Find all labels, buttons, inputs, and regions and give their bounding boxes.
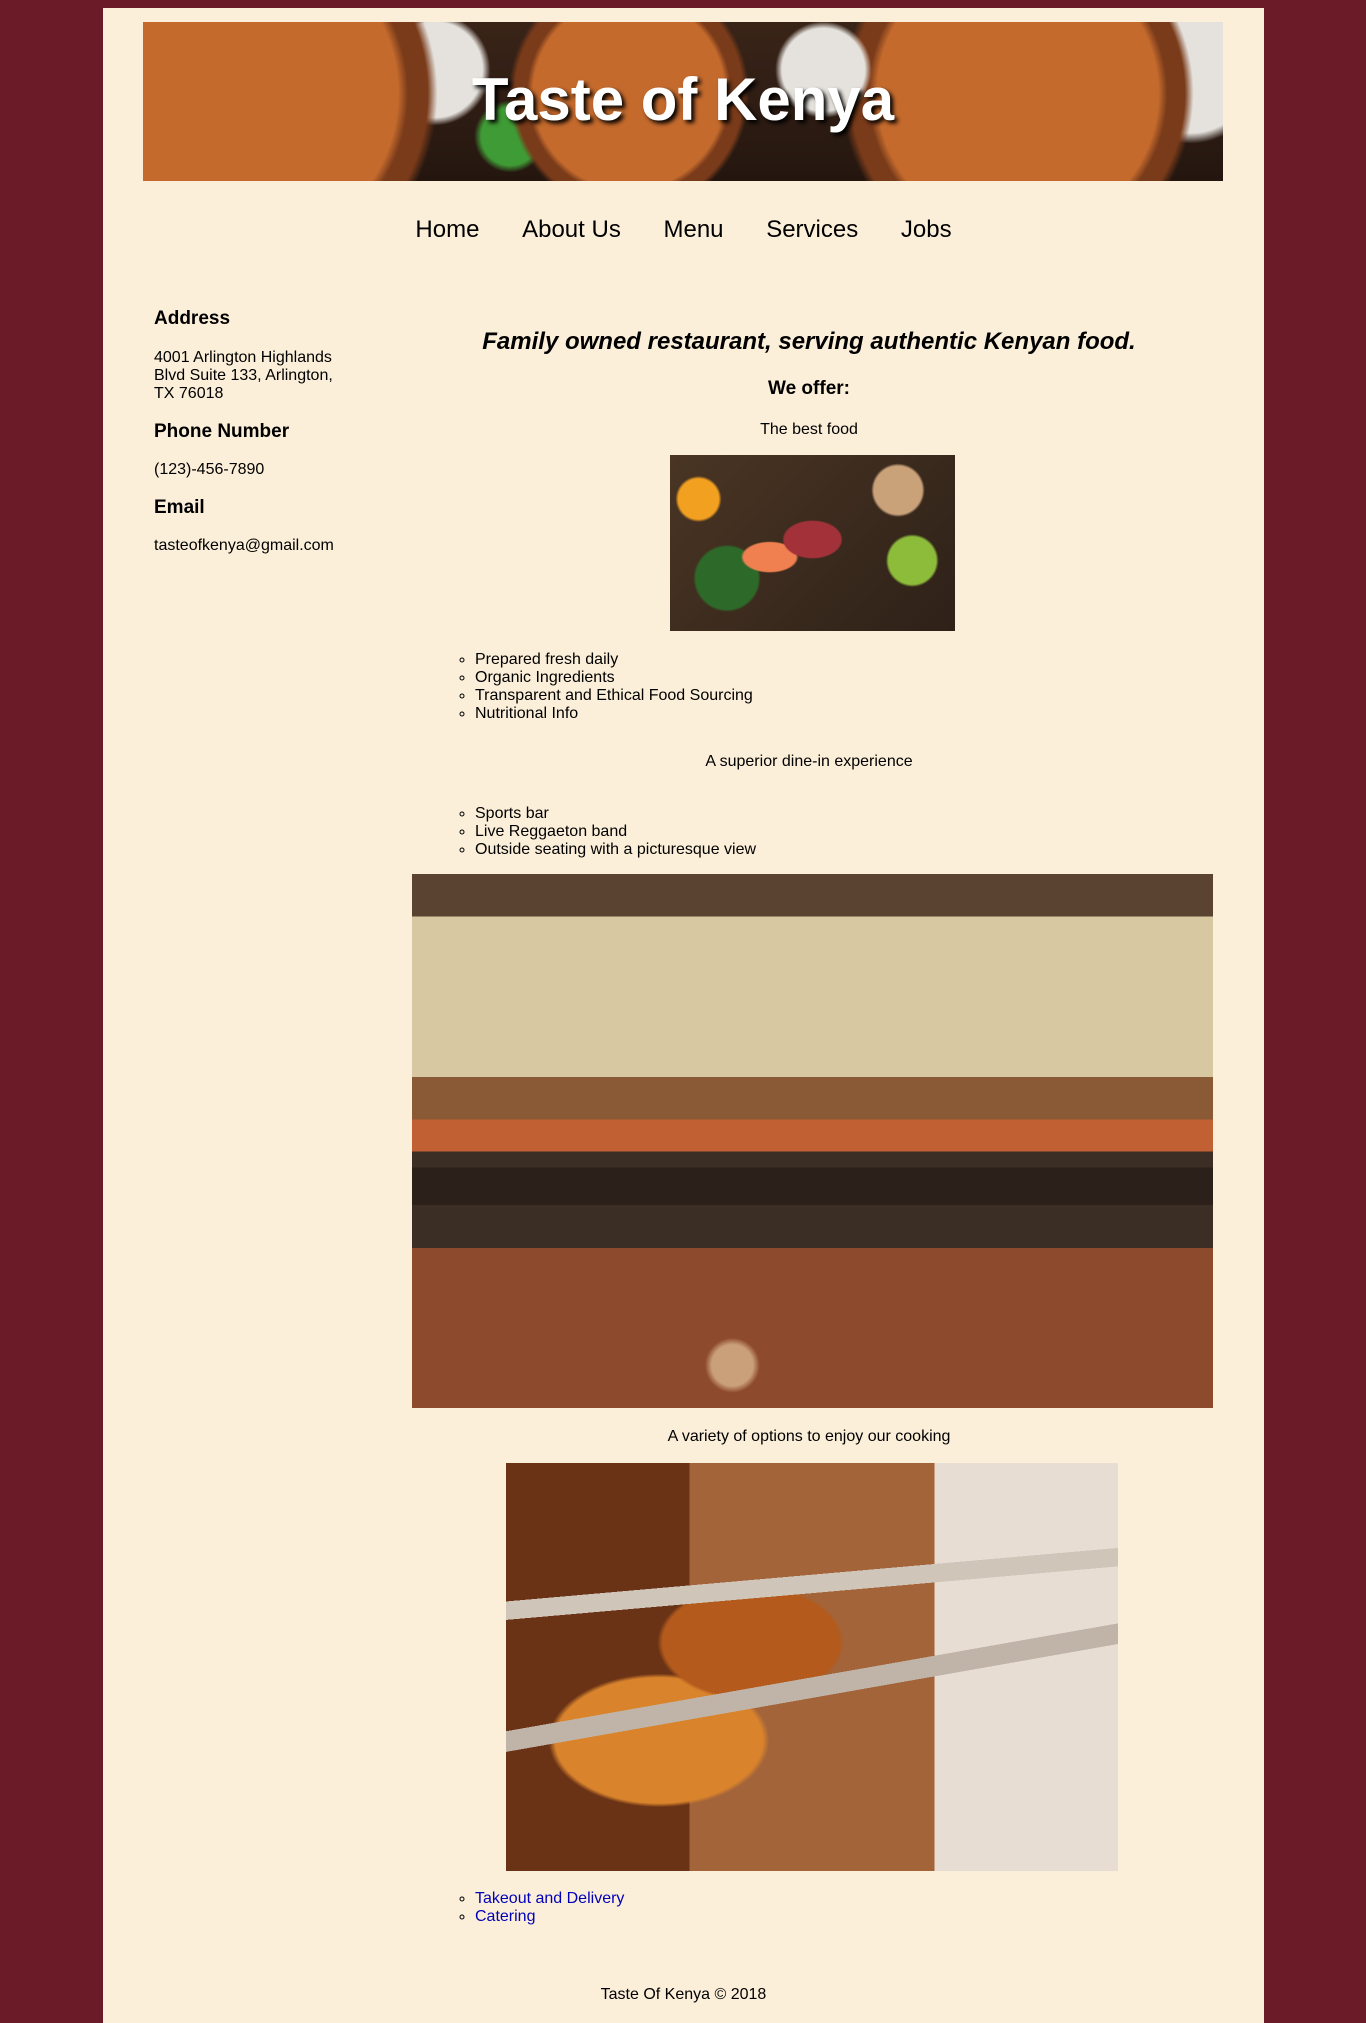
list-item: Prepared fresh daily (475, 651, 753, 669)
address-line-1: 4001 Arlington Highlands (154, 349, 332, 366)
dinein-list: Sports bar Live Reggaeton band Outside s… (451, 805, 756, 859)
options-caption: A variety of options to enjoy our cookin… (667, 1428, 951, 1445)
list-item: Nutritional Info (475, 705, 753, 723)
catering-buffet-image (506, 1463, 1118, 1871)
nav-jobs[interactable]: Jobs (901, 216, 952, 244)
takeout-delivery-link[interactable]: Takeout and Delivery (475, 1890, 624, 1907)
email-address: tasteofkenya@gmail.com (154, 537, 334, 554)
options-list: Takeout and Delivery Catering (451, 1890, 624, 1926)
tagline: Family owned restaurant, serving authent… (482, 328, 1136, 355)
site-title: Taste of Kenya (471, 66, 895, 133)
nav-menu[interactable]: Menu (663, 216, 723, 244)
dinein-caption: A superior dine-in experience (705, 753, 913, 770)
nav-services[interactable]: Services (766, 216, 858, 244)
nav-about-us[interactable]: About Us (522, 216, 621, 244)
phone-heading: Phone Number (154, 421, 290, 442)
header-banner: Taste of Kenya (143, 22, 1223, 181)
food-ingredients-image (670, 455, 955, 631)
food-caption: The best food (760, 421, 858, 438)
list-item: Transparent and Ethical Food Sourcing (475, 687, 753, 705)
phone-number: (123)-456-7890 (154, 461, 265, 478)
main-nav: Home About Us Menu Services Jobs (103, 216, 1264, 244)
dining-room-image (412, 874, 1213, 1408)
nav-home[interactable]: Home (415, 216, 479, 244)
food-list: Prepared fresh daily Organic Ingredients… (451, 651, 753, 723)
address-line-2: Blvd Suite 133, Arlington, (154, 367, 333, 384)
email-heading: Email (154, 497, 205, 518)
offer-heading: We offer: (768, 378, 850, 399)
list-item: Catering (475, 1908, 624, 1926)
contact-sidebar: Address 4001 Arlington Highlands Blvd Su… (154, 308, 384, 555)
list-item: Live Reggaeton band (475, 823, 756, 841)
list-item: Sports bar (475, 805, 756, 823)
catering-link[interactable]: Catering (475, 1908, 535, 1925)
list-item: Outside seating with a picturesque view (475, 841, 756, 859)
footer-copyright: Taste Of Kenya © 2018 (600, 1986, 767, 2003)
list-item: Takeout and Delivery (475, 1890, 624, 1908)
page-container: Taste of Kenya Home About Us Menu Servic… (103, 8, 1264, 2023)
address-line-3: TX 76018 (154, 385, 224, 402)
list-item: Organic Ingredients (475, 669, 753, 687)
address-heading: Address (154, 308, 231, 329)
